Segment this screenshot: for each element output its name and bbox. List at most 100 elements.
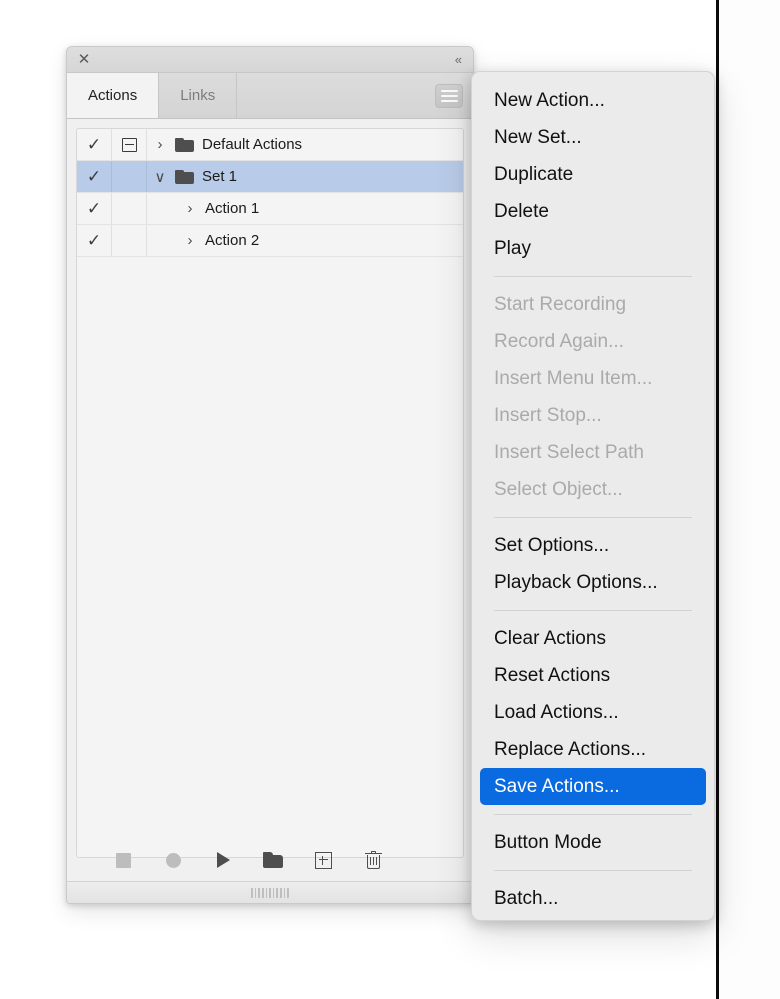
menu-item-record-again: Record Again...	[494, 330, 624, 352]
menu-item-new-set[interactable]: New Set...	[472, 119, 714, 156]
new-action-button[interactable]	[310, 847, 336, 873]
menu-separator	[494, 814, 692, 815]
menu-item-start-recording: Start Recording	[494, 293, 627, 315]
list-item-label: Action 1	[205, 200, 260, 217]
grip-line	[283, 887, 286, 898]
grip-line	[276, 887, 278, 898]
tab-links[interactable]: Links	[159, 73, 238, 118]
hamburger-line	[440, 100, 458, 102]
panel-toolbar	[67, 841, 473, 879]
checkmark-icon: ✓	[86, 135, 102, 154]
menu-item-insert-select-path: Insert Select Path	[494, 441, 644, 463]
tab-actions-label: Actions	[88, 87, 138, 104]
folder-icon	[175, 169, 194, 184]
trash-line	[375, 857, 377, 865]
list-item-body: ∨ Set 1	[147, 161, 463, 192]
plus-box-icon	[314, 851, 332, 869]
tab-links-label: Links	[180, 87, 216, 104]
actions-list: ✓ › Default Actions ✓ ∨ Set 1 ✓ › Action…	[76, 128, 464, 858]
hamburger-menu-icon[interactable]	[435, 84, 463, 108]
menu-item-button-mode[interactable]: Button Mode	[472, 824, 714, 861]
menu-item-play[interactable]: Play	[472, 230, 714, 267]
menu-item-replace-actions[interactable]: Replace Actions...	[472, 731, 714, 768]
toggle-dialog-cell[interactable]	[112, 225, 147, 256]
menu-item-set-options[interactable]: Set Options...	[472, 527, 714, 564]
menu-item-save-actions[interactable]: Save Actions...	[480, 768, 706, 805]
menu-separator	[494, 870, 692, 871]
chevron-right-icon[interactable]: ›	[147, 136, 173, 153]
grip-line	[279, 887, 282, 898]
toggle-enabled-checkbox[interactable]: ✓	[77, 161, 112, 192]
menu-item-select-object: Select Object...	[494, 478, 623, 500]
menu-item-clear-actions[interactable]: Clear Actions	[472, 620, 714, 657]
panel-resize-strip[interactable]	[67, 881, 473, 903]
list-item[interactable]: ✓ › Action 2	[77, 225, 463, 257]
panel-tabstrip: Actions Links	[67, 73, 473, 119]
grip-line	[287, 887, 289, 898]
chevron-right-icon[interactable]: ›	[177, 232, 203, 249]
play-button[interactable]	[210, 847, 236, 873]
toggle-enabled-checkbox[interactable]: ✓	[77, 129, 112, 160]
record-icon	[165, 852, 181, 868]
actions-panel: ✕ « Actions Links ✓ › Default Actions ✓ …	[66, 46, 474, 904]
screen-root: ✕ « Actions Links ✓ › Default Actions ✓ …	[0, 0, 780, 999]
right-blank-pane	[719, 0, 780, 999]
resize-grip-icon[interactable]	[251, 887, 289, 898]
grip-line	[251, 887, 253, 898]
close-icon[interactable]: ✕	[77, 52, 91, 67]
tab-actions[interactable]: Actions	[67, 73, 160, 118]
folder-icon	[263, 852, 283, 868]
list-item-body: › Default Actions	[147, 129, 463, 160]
list-item[interactable]: ✓ › Action 1	[77, 193, 463, 225]
menu-item-reset-actions[interactable]: Reset Actions	[472, 657, 714, 694]
menu-separator	[494, 276, 692, 277]
menu-item-new-action[interactable]: New Action...	[472, 82, 714, 119]
trash-can	[366, 855, 380, 869]
menu-item-load-actions[interactable]: Load Actions...	[472, 694, 714, 731]
trash-icon	[364, 850, 382, 870]
grip-line	[272, 887, 275, 898]
toggle-dialog-cell[interactable]	[112, 129, 147, 160]
chevron-down-icon[interactable]: ∨	[147, 168, 173, 186]
list-item-label: Default Actions	[202, 136, 303, 153]
menu-item-insert-stop: Insert Stop...	[494, 404, 602, 426]
panel-options-menu: New Action... New Set... Duplicate Delet…	[471, 71, 715, 921]
chevron-right-icon[interactable]: ›	[177, 200, 203, 217]
folder-icon	[175, 137, 194, 152]
menu-separator	[494, 517, 692, 518]
list-item-body: › Action 1	[147, 193, 463, 224]
grip-line	[254, 887, 257, 898]
checkmark-icon: ✓	[86, 231, 102, 250]
hamburger-line	[440, 95, 458, 97]
stop-button[interactable]	[110, 847, 136, 873]
toggle-dialog-cell[interactable]	[112, 193, 147, 224]
collapse-panel-icon[interactable]: «	[455, 52, 462, 68]
menu-item-delete[interactable]: Delete	[472, 193, 714, 230]
stop-icon	[115, 852, 131, 868]
delete-button[interactable]	[360, 847, 386, 873]
menu-separator	[494, 610, 692, 611]
record-button[interactable]	[160, 847, 186, 873]
list-item-body: › Action 2	[147, 225, 463, 256]
menu-item-playback-options[interactable]: Playback Options...	[472, 564, 714, 601]
menu-item-duplicate[interactable]: Duplicate	[472, 156, 714, 193]
new-set-button[interactable]	[260, 847, 286, 873]
grip-line	[265, 887, 268, 898]
checkmark-icon: ✓	[86, 167, 102, 186]
dialog-toggle-icon	[121, 137, 137, 152]
checkmark-icon: ✓	[86, 199, 102, 218]
list-item-label: Action 2	[205, 232, 260, 249]
grip-line	[258, 887, 261, 898]
list-item-label: Set 1	[202, 168, 238, 185]
play-icon	[216, 852, 230, 868]
menu-item-batch[interactable]: Batch...	[472, 880, 714, 917]
trash-line	[372, 857, 375, 865]
grip-line	[269, 887, 271, 898]
toggle-enabled-checkbox[interactable]: ✓	[77, 225, 112, 256]
toggle-dialog-cell[interactable]	[112, 161, 147, 192]
panel-titlebar: ✕ «	[67, 47, 473, 73]
list-item[interactable]: ✓ › Default Actions	[77, 129, 463, 161]
list-item[interactable]: ✓ ∨ Set 1	[77, 161, 463, 193]
toggle-enabled-checkbox[interactable]: ✓	[77, 193, 112, 224]
hamburger-line	[440, 90, 458, 92]
